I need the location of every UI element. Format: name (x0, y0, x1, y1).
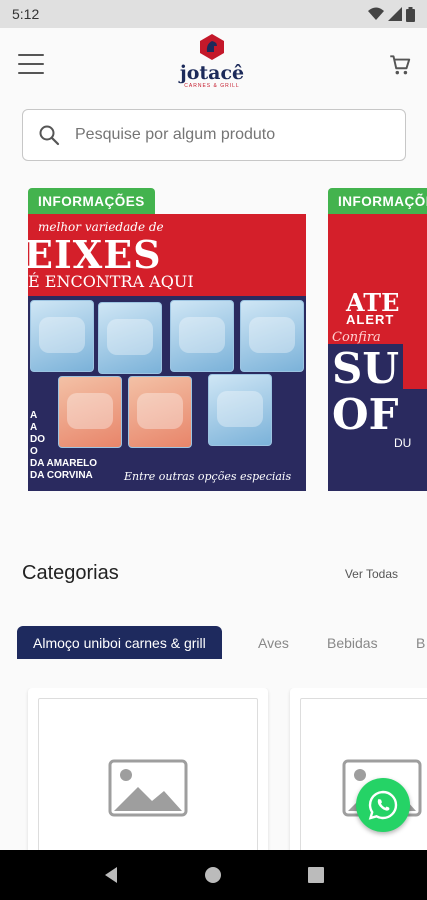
search-input[interactable] (75, 126, 375, 144)
whatsapp-button[interactable] (356, 778, 410, 832)
banner-subline: É ENCONTRA AQUI (28, 272, 194, 291)
status-bar: 5:12 (0, 0, 427, 28)
system-nav-bar (0, 850, 427, 900)
whatsapp-icon (368, 790, 398, 820)
home-icon[interactable] (201, 863, 225, 887)
banner-image-fish[interactable]: melhor variedade de EIXES É ENCONTRA AQU… (28, 214, 306, 491)
status-time: 5:12 (12, 6, 40, 22)
product-image (300, 698, 427, 850)
product-card[interactable] (28, 688, 268, 850)
cart-icon[interactable] (387, 52, 413, 78)
battery-icon (406, 6, 415, 22)
search-icon (39, 125, 60, 146)
logo-text: jotacê (179, 62, 245, 84)
search-bar[interactable] (22, 109, 406, 161)
banner-badge: INFORMAÇÕES (328, 188, 427, 216)
signal-icon (388, 7, 402, 21)
banner-footer: Entre outras opções especiais (124, 470, 292, 483)
recents-icon[interactable] (304, 863, 328, 887)
status-icons (368, 6, 415, 22)
app-bar: jotacê CARNES & GRILL (0, 28, 427, 100)
banner-headline: EIXES (28, 232, 162, 277)
categories-header: Categorias Ver Todas (22, 562, 398, 585)
product-image (38, 698, 258, 850)
section-title: Categorias (22, 562, 119, 584)
logo-mark-icon (200, 34, 224, 60)
banner-side-text: A A DO O DA AMARELO DA CORVINA (30, 410, 98, 481)
banner-image-offers[interactable]: ATE ALERT Confira SU OF DU (328, 214, 427, 491)
tab-bebidas[interactable]: Bebidas (327, 626, 378, 659)
image-placeholder-icon (108, 759, 188, 817)
banner-badge: INFORMAÇÕES (28, 188, 155, 216)
wifi-icon (368, 7, 384, 20)
back-icon[interactable] (99, 863, 123, 887)
tab-almoco[interactable]: Almoço uniboi carnes & grill (17, 626, 222, 659)
tab-more[interactable]: B (416, 626, 425, 659)
product-card[interactable] (290, 688, 427, 850)
banner-carousel[interactable]: INFORMAÇÕES melhor variedade de EIXES É … (0, 186, 427, 496)
menu-icon[interactable] (18, 54, 44, 74)
category-tabs: Almoço uniboi carnes & grill Aves Bebida… (0, 626, 427, 660)
product-list (0, 688, 427, 850)
tab-aves[interactable]: Aves (258, 626, 289, 659)
brand-logo: jotacê CARNES & GRILL (172, 34, 252, 98)
see-all-link[interactable]: Ver Todas (345, 567, 398, 581)
